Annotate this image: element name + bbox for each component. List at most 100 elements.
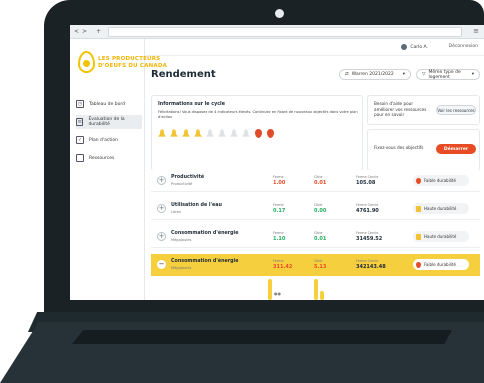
help-card: Besoin d'aide pour améliorer vos ressour… bbox=[367, 95, 480, 125]
status-badge: Faible durabilité bbox=[413, 259, 469, 270]
farm-value: 0.17 bbox=[273, 208, 286, 214]
brand-logo[interactable]: LES PRODUCTEURS D'OEUFS DU CANADA bbox=[78, 51, 167, 77]
egg-yolk-icon bbox=[83, 60, 90, 67]
bell-outline-icon bbox=[206, 129, 214, 137]
drop-icon bbox=[416, 177, 421, 184]
laptop-frame: < > + ≡ LES PRODUCTEURS D'OEUFS DU CANAD… bbox=[0, 0, 484, 383]
bell-icon bbox=[194, 129, 202, 137]
book-icon bbox=[76, 154, 84, 162]
table-row-selected[interactable]: − Consommation d'énergie Mégajoules Ferm… bbox=[151, 254, 480, 276]
col-avg-label: Ferme Cercle bbox=[356, 259, 379, 263]
cycle-info-text: Félicitations! Vous disposez de 4 indica… bbox=[158, 110, 358, 119]
table-row[interactable]: + Productivité Productivité Ferme 1.00 C… bbox=[151, 170, 480, 192]
expand-icon[interactable]: + bbox=[157, 176, 166, 185]
avg-value: 4761.90 bbox=[356, 208, 379, 214]
farm-value: 1.00 bbox=[273, 180, 286, 186]
sidebar: LES PRODUCTEURS D'OEUFS DU CANADA ◷ Tabl… bbox=[70, 39, 167, 300]
row-unit: Productivité bbox=[171, 182, 193, 186]
clipboard-icon: ≡ bbox=[76, 118, 84, 126]
status-badge: Haute durabilité bbox=[413, 203, 469, 214]
badge-label: Haute durabilité bbox=[424, 234, 457, 239]
new-tab-icon[interactable]: + bbox=[96, 28, 101, 35]
bell-icon bbox=[170, 129, 178, 137]
resources-button[interactable]: Voir les ressources bbox=[436, 105, 476, 115]
goals-card: Fixez-vous des objectifs Démarrer bbox=[367, 129, 480, 171]
row-name: Utilisation de l'eau bbox=[171, 203, 222, 208]
avatar-icon bbox=[401, 44, 408, 50]
col-goal-label: Cible bbox=[314, 203, 323, 207]
filter-icon: ▽ bbox=[422, 72, 426, 77]
expand-icon[interactable]: + bbox=[157, 204, 166, 213]
bell-outline-icon bbox=[218, 129, 226, 137]
farm-select[interactable]: ⇄ Warren 2021/2022 ▾ bbox=[339, 69, 411, 80]
cycle-info-card: Informations sur le cycle Félicitations!… bbox=[151, 95, 363, 171]
avg-value: 31459.52 bbox=[356, 236, 383, 242]
chevron-down-icon: ▾ bbox=[471, 72, 474, 77]
browser-toolbar: < > + ≡ bbox=[70, 25, 484, 39]
logout-link[interactable]: Déconnexion bbox=[449, 44, 478, 49]
col-avg-label: Ferme Cercle bbox=[356, 203, 379, 207]
row-name: Consommation d'énergie bbox=[171, 259, 239, 264]
collapse-icon[interactable]: − bbox=[157, 260, 166, 269]
row-unit: Litres bbox=[171, 210, 181, 214]
keyboard-area bbox=[72, 330, 452, 344]
col-goal-label: Cible bbox=[314, 259, 323, 263]
sidebar-item-label: Plan d'action bbox=[89, 137, 118, 143]
drop-icon bbox=[255, 129, 262, 138]
start-button[interactable]: Démarrer bbox=[436, 144, 476, 154]
badge-label: Haute durabilité bbox=[424, 206, 457, 211]
sidebar-item-label: Tableau de bord bbox=[89, 101, 125, 107]
bell-icon bbox=[182, 129, 190, 137]
col-farm-label: Ferme bbox=[273, 203, 284, 207]
goal-value: 0.01 bbox=[314, 180, 327, 186]
avg-value: 342143.48 bbox=[356, 264, 386, 270]
col-farm-label: Ferme bbox=[273, 259, 284, 263]
goal-value: 0.01 bbox=[314, 236, 327, 242]
sidebar-item-label: Évaluation de la durabilité bbox=[88, 117, 125, 127]
col-goal-label: Cible bbox=[314, 231, 323, 235]
sidebar-item-resources[interactable]: Ressources bbox=[76, 151, 142, 165]
expand-icon[interactable]: + bbox=[157, 232, 166, 241]
farm-value: 311.42 bbox=[273, 264, 293, 270]
forward-icon[interactable]: > bbox=[82, 28, 87, 35]
goal-value: 5.13 bbox=[314, 264, 327, 270]
table-row[interactable]: + Utilisation de l'eau Litres Ferme 0.17… bbox=[151, 198, 480, 220]
webcam-icon bbox=[275, 9, 284, 18]
cycle-info-title: Informations sur le cycle bbox=[158, 102, 225, 107]
drop-icon bbox=[416, 261, 421, 268]
menu-icon[interactable]: ≡ bbox=[473, 27, 479, 35]
logo-line1: LES PRODUCTEURS bbox=[98, 56, 161, 62]
farm-value: 1.10 bbox=[273, 236, 286, 242]
badge-label: Faible durabilité bbox=[424, 178, 456, 183]
app-screen: < > + ≡ LES PRODUCTEURS D'OEUFS DU CANAD… bbox=[70, 25, 484, 300]
sidebar-item-dashboard[interactable]: ◷ Tableau de bord bbox=[76, 97, 142, 111]
housing-select-value: Même type de logement bbox=[428, 69, 461, 80]
col-goal-label: Cible bbox=[314, 175, 323, 179]
user-name: Carlo A. bbox=[410, 44, 428, 50]
status-badge: Haute durabilité bbox=[413, 231, 469, 242]
row-name: Consommation d'énergie bbox=[171, 231, 239, 236]
table-row[interactable]: + Consommation d'énergie Mégajoules Ferm… bbox=[151, 226, 480, 248]
plan-icon: ✓ bbox=[76, 136, 84, 144]
farm-select-value: Warren 2021/2022 bbox=[351, 72, 394, 77]
sidebar-item-plan[interactable]: ✓ Plan d'action bbox=[76, 133, 142, 147]
sidebar-item-evaluation[interactable]: ≡ Évaluation de la durabilité bbox=[76, 115, 142, 129]
back-icon[interactable]: < bbox=[74, 28, 79, 35]
avg-value: 105.08 bbox=[356, 180, 376, 186]
col-avg-label: Ferme Cercle bbox=[356, 231, 379, 235]
user-menu[interactable]: Carlo A. bbox=[401, 44, 428, 50]
sidebar-item-label: Ressources bbox=[89, 155, 115, 161]
bell-icon bbox=[416, 205, 421, 212]
chart-bar bbox=[268, 279, 272, 300]
row-name: Productivité bbox=[171, 175, 205, 180]
address-bar[interactable] bbox=[108, 27, 462, 37]
chart-bar bbox=[314, 279, 318, 300]
housing-select[interactable]: ▽ Même type de logement ▾ bbox=[416, 69, 480, 80]
status-badge: Faible durabilité bbox=[413, 175, 469, 186]
drop-icon bbox=[267, 129, 274, 138]
page-title: Rendement bbox=[151, 69, 216, 80]
bell-outline-icon bbox=[230, 129, 238, 137]
badge-label: Faible durabilité bbox=[424, 262, 456, 267]
bell-outline-icon bbox=[242, 129, 250, 137]
top-bar: Carlo A. Déconnexion bbox=[145, 39, 484, 56]
